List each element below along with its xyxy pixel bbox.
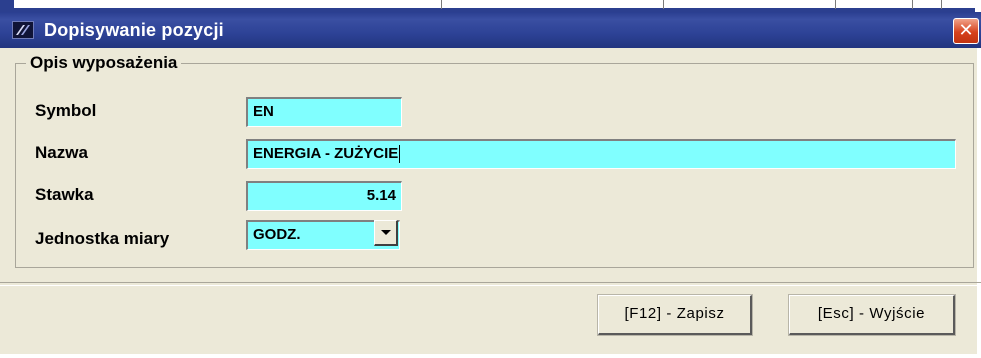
background-app-strip [0, 0, 981, 12]
footer-divider [0, 282, 981, 286]
chevron-down-icon [381, 230, 391, 235]
title-bar[interactable]: Dopisywanie pozycji ✕ [0, 12, 981, 48]
exit-button[interactable]: [Esc] - Wyjście [788, 294, 956, 336]
close-button[interactable]: ✕ [953, 18, 979, 44]
symbol-value: EN [253, 103, 274, 120]
symbol-field[interactable]: EN [246, 97, 402, 127]
rate-value: 5.14 [366, 187, 396, 204]
text-cursor [399, 145, 401, 164]
background-divider [941, 0, 942, 9]
rate-label: Stawka [35, 185, 94, 204]
window-bottom-edge [0, 354, 981, 358]
name-value: ENERGIA - ZUŻYCIE [253, 145, 399, 162]
background-divider [663, 0, 664, 9]
window-edge [977, 48, 981, 354]
save-button[interactable]: [F12] - Zapisz [597, 294, 753, 336]
group-title: Opis wyposażenia [26, 53, 182, 73]
unit-dropdown-button[interactable] [374, 220, 398, 246]
background-divider [835, 0, 836, 9]
rate-field[interactable]: 5.14 [246, 181, 402, 211]
name-label: Nazwa [35, 143, 88, 162]
app-logo-icon [12, 21, 34, 39]
background-divider [441, 0, 442, 9]
window-title: Dopisywanie pozycji [44, 20, 224, 40]
unit-value: GODZ. [253, 226, 301, 243]
close-icon: ✕ [958, 20, 974, 40]
name-field[interactable]: ENERGIA - ZUŻYCIE [246, 139, 956, 169]
unit-label: Jednostka miary [35, 229, 170, 248]
background-divider [912, 0, 913, 9]
symbol-label: Symbol [35, 101, 97, 120]
